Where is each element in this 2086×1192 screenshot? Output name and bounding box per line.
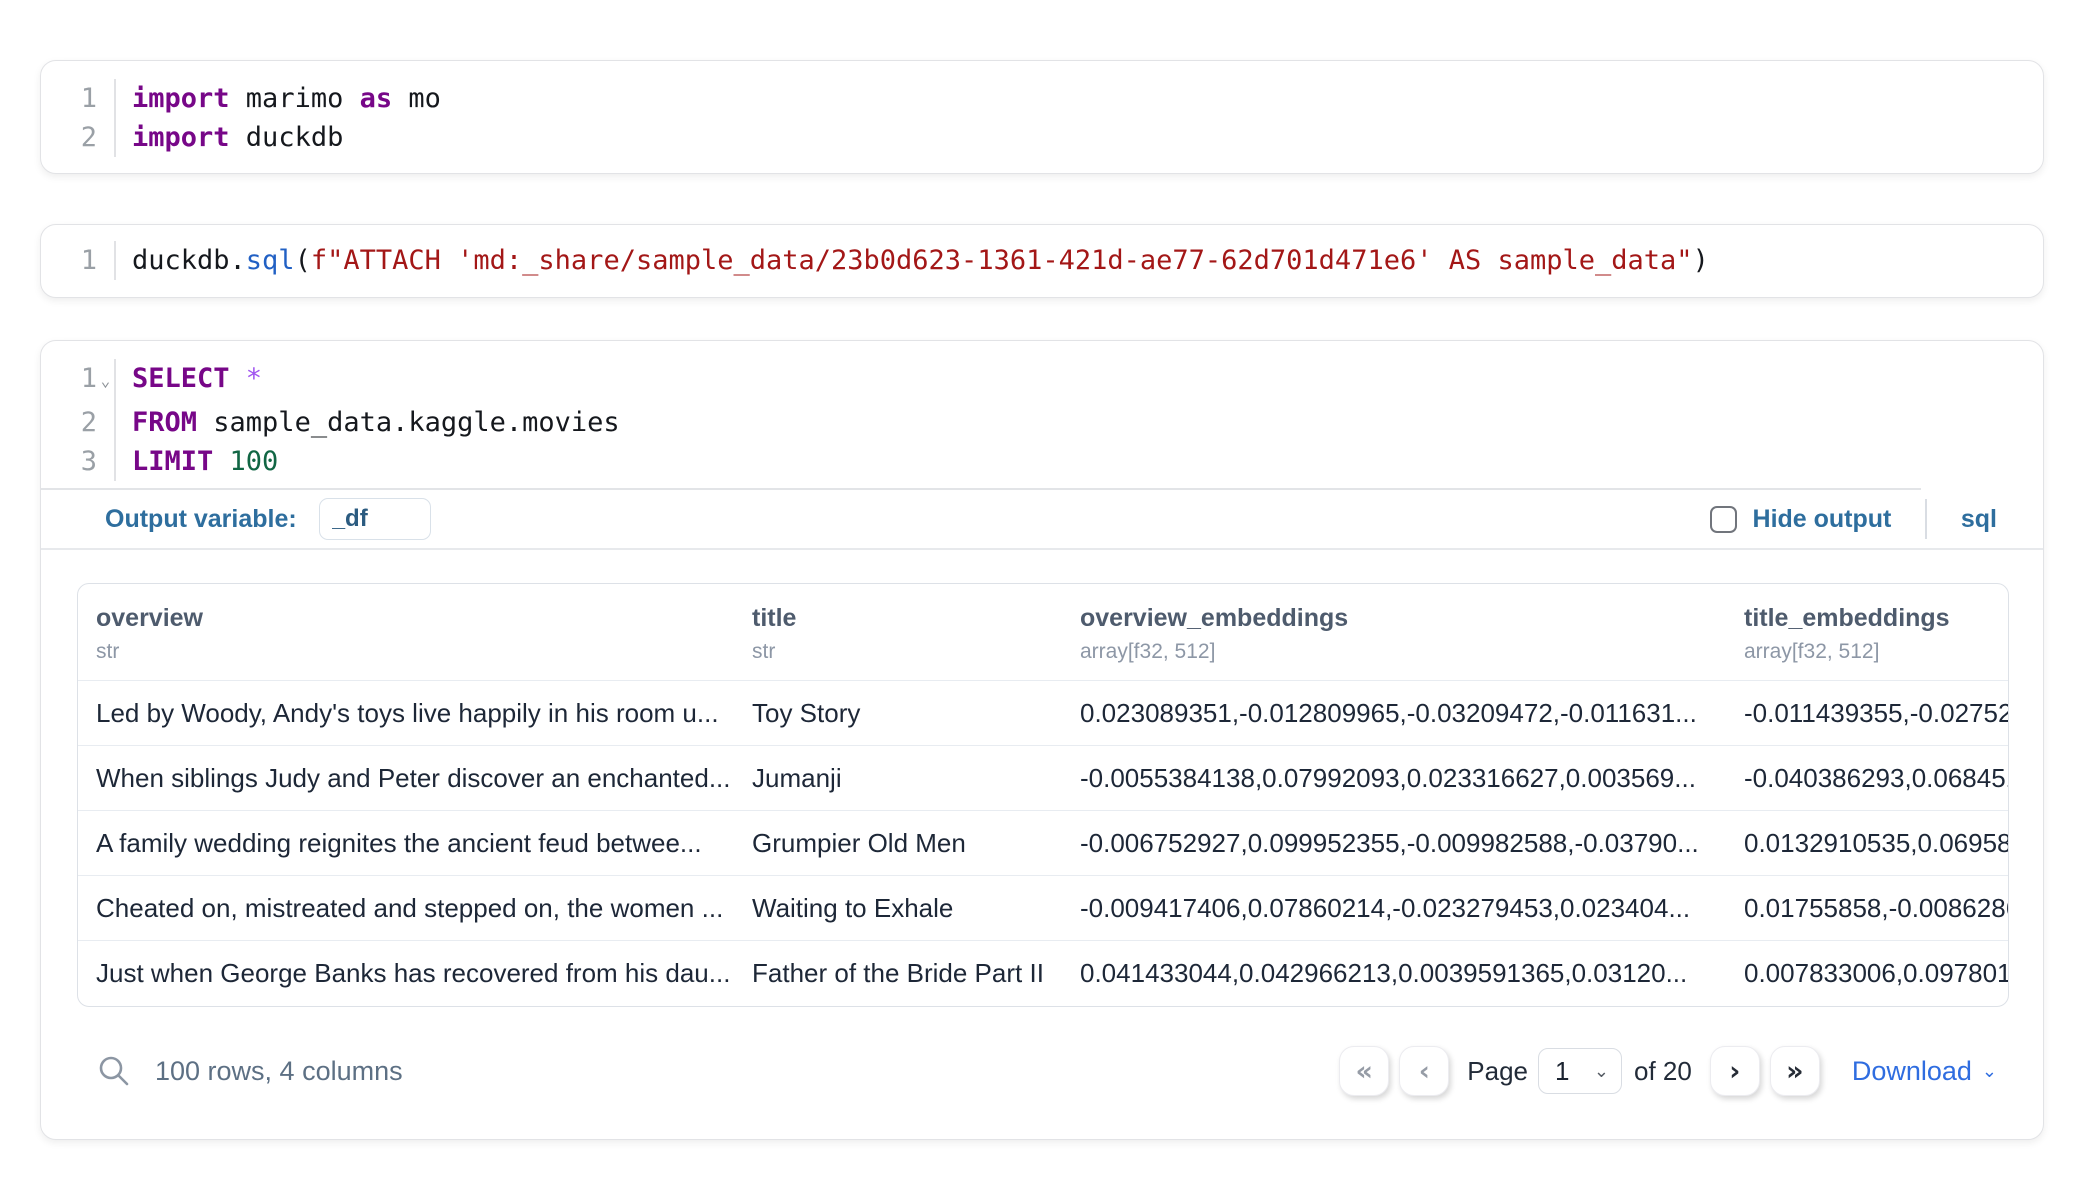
line-number: 1 bbox=[41, 359, 97, 403]
table-cell: A family wedding reignites the ancient f… bbox=[78, 828, 736, 859]
table-cell: Led by Woody, Andy's toys live happily i… bbox=[78, 698, 736, 729]
column-type: array[f32, 512] bbox=[1080, 640, 1728, 664]
chevron-down-icon: ⌄ bbox=[1594, 1061, 1609, 1082]
last-page-button[interactable]: » bbox=[1770, 1046, 1820, 1096]
table-row[interactable]: When siblings Judy and Peter discover an… bbox=[78, 745, 2008, 810]
code-text: import duckdb bbox=[114, 118, 343, 157]
table-cell: Father of the Bride Part II bbox=[736, 958, 1064, 989]
column-header-title_embeddings[interactable]: title_embeddings array[f32, 512] bbox=[1728, 584, 2008, 680]
chevron-down-icon: ⌄ bbox=[1982, 1061, 1997, 1082]
next-page-button[interactable]: › bbox=[1710, 1046, 1760, 1096]
gutter-spacer bbox=[97, 79, 114, 118]
table-cell: -0.040386293,0.068451 bbox=[1728, 763, 2008, 794]
output-variable-bar: Output variable: Hide output sql bbox=[41, 490, 2043, 548]
divider bbox=[41, 548, 2043, 550]
gutter-spacer bbox=[97, 241, 114, 280]
row-summary: 100 rows, 4 columns bbox=[155, 1056, 403, 1087]
table-row[interactable]: Led by Woody, Andy's toys live happily i… bbox=[78, 680, 2008, 745]
output-variable-label: Output variable: bbox=[105, 505, 297, 534]
table-cell: Waiting to Exhale bbox=[736, 893, 1064, 924]
table-row[interactable]: Just when George Banks has recovered fro… bbox=[78, 940, 2008, 1005]
first-page-button[interactable]: « bbox=[1339, 1046, 1389, 1096]
result-table: overview str title str overview_embeddingsar… bbox=[77, 583, 2009, 1007]
table-header-row: overview str title str overview_embeddingsar… bbox=[78, 584, 2008, 680]
download-label: Download bbox=[1852, 1056, 1972, 1087]
table-cell: 0.041433044,0.042966213,0.0039591365,0.0… bbox=[1064, 958, 1728, 989]
line-number: 1 bbox=[41, 79, 97, 118]
column-header-title[interactable]: title str bbox=[736, 584, 1064, 680]
code-text: FROM sample_data.kaggle.movies bbox=[114, 403, 620, 442]
pagination: « ‹ Page 1 ⌄ of 20 › » Download ⌄ bbox=[1339, 1046, 1997, 1096]
code-cell-attach: 1 duckdb.sql(f"ATTACH 'md:_share/sample_d… bbox=[40, 224, 2044, 298]
code-line[interactable]: 1⌄SELECT * bbox=[41, 359, 2043, 403]
column-type: str bbox=[96, 640, 736, 664]
column-name: overview bbox=[96, 604, 736, 633]
table-cell: Just when George Banks has recovered fro… bbox=[78, 958, 736, 989]
column-name: title bbox=[752, 604, 1064, 633]
code-text: LIMIT 100 bbox=[114, 442, 278, 481]
line-number: 2 bbox=[41, 403, 97, 442]
code-editor[interactable]: 1 duckdb.sql(f"ATTACH 'md:_share/sample_d… bbox=[41, 225, 2043, 290]
table-cell: 0.007833006,0.097801 bbox=[1728, 958, 2008, 989]
table-cell: Grumpier Old Men bbox=[736, 828, 1064, 859]
code-line[interactable]: 1 duckdb.sql(f"ATTACH 'md:_share/sample_d… bbox=[41, 241, 2043, 280]
code-line[interactable]: 3 LIMIT 100 bbox=[41, 442, 2043, 481]
table-cell: 0.023089351,-0.012809965,-0.03209472,-0.… bbox=[1064, 698, 1728, 729]
output-variable-input[interactable] bbox=[319, 498, 431, 540]
hide-output-checkbox[interactable] bbox=[1710, 506, 1737, 533]
line-number: 2 bbox=[41, 118, 97, 157]
language-badge[interactable]: sql bbox=[1961, 505, 1997, 534]
column-header-overview[interactable]: overview str bbox=[78, 584, 736, 680]
line-number: 1 bbox=[41, 241, 97, 280]
table-cell: -0.0055384138,0.07992093,0.023316627,0.0… bbox=[1064, 763, 1728, 794]
previous-page-button[interactable]: ‹ bbox=[1399, 1046, 1449, 1096]
sql-code-editor[interactable]: 1⌄SELECT *2FROM sample_data.kaggle.movie… bbox=[41, 341, 2043, 491]
table-row[interactable]: A family wedding reignites the ancient f… bbox=[78, 810, 2008, 875]
column-header-overview_embeddings[interactable]: overview_embeddings array[f32, 512] bbox=[1064, 584, 1728, 680]
line-number: 3 bbox=[41, 442, 97, 481]
table-cell: Toy Story bbox=[736, 698, 1064, 729]
hide-output-label: Hide output bbox=[1753, 505, 1892, 534]
page-select[interactable]: 1 ⌄ bbox=[1538, 1048, 1622, 1094]
code-line[interactable]: 1 import marimo as mo bbox=[41, 79, 2043, 118]
table-cell: Cheated on, mistreated and stepped on, t… bbox=[78, 893, 736, 924]
code-editor[interactable]: 1 import marimo as mo 2 import duckdb bbox=[41, 61, 2043, 167]
page-count-label: of 20 bbox=[1634, 1056, 1692, 1087]
page-select-value: 1 bbox=[1555, 1056, 1569, 1087]
code-text: import marimo as mo bbox=[114, 79, 441, 118]
table-cell: -0.009417406,0.07860214,-0.023279453,0.0… bbox=[1064, 893, 1728, 924]
table-row[interactable]: Cheated on, mistreated and stepped on, t… bbox=[78, 875, 2008, 940]
table-footer: 100 rows, 4 columns « ‹ Page 1 ⌄ of 20 ›… bbox=[41, 1031, 2043, 1111]
page-label: Page bbox=[1467, 1056, 1528, 1087]
column-type: array[f32, 512] bbox=[1744, 640, 2008, 664]
search-icon[interactable] bbox=[97, 1054, 131, 1088]
gutter-spacer bbox=[97, 403, 114, 442]
divider bbox=[1925, 499, 1927, 539]
table-cell: Jumanji bbox=[736, 763, 1064, 794]
column-name: overview_embeddings bbox=[1080, 604, 1728, 633]
code-line[interactable]: 2 import duckdb bbox=[41, 118, 2043, 157]
column-type: str bbox=[752, 640, 1064, 664]
table-cell: -0.006752927,0.099952355,-0.009982588,-0… bbox=[1064, 828, 1728, 859]
sql-cell: 1⌄SELECT *2FROM sample_data.kaggle.movie… bbox=[40, 340, 2044, 1140]
code-cell-imports: 1 import marimo as mo 2 import duckdb bbox=[40, 60, 2044, 174]
table-cell: 0.01755858,-0.00862866 bbox=[1728, 893, 2008, 924]
gutter-spacer bbox=[97, 118, 114, 157]
table-cell: -0.011439355,-0.027525 bbox=[1728, 698, 2008, 729]
download-button[interactable]: Download ⌄ bbox=[1852, 1056, 1997, 1087]
table-cell: 0.0132910535,0.069588 bbox=[1728, 828, 2008, 859]
table-cell: When siblings Judy and Peter discover an… bbox=[78, 763, 736, 794]
gutter-spacer bbox=[97, 442, 114, 481]
code-line[interactable]: 2 FROM sample_data.kaggle.movies bbox=[41, 403, 2043, 442]
column-name: title_embeddings bbox=[1744, 604, 2008, 633]
code-text: SELECT * bbox=[114, 359, 262, 403]
fold-chevron-icon[interactable]: ⌄ bbox=[97, 359, 114, 403]
code-text: duckdb.sql(f"ATTACH 'md:_share/sample_da… bbox=[114, 241, 1709, 280]
